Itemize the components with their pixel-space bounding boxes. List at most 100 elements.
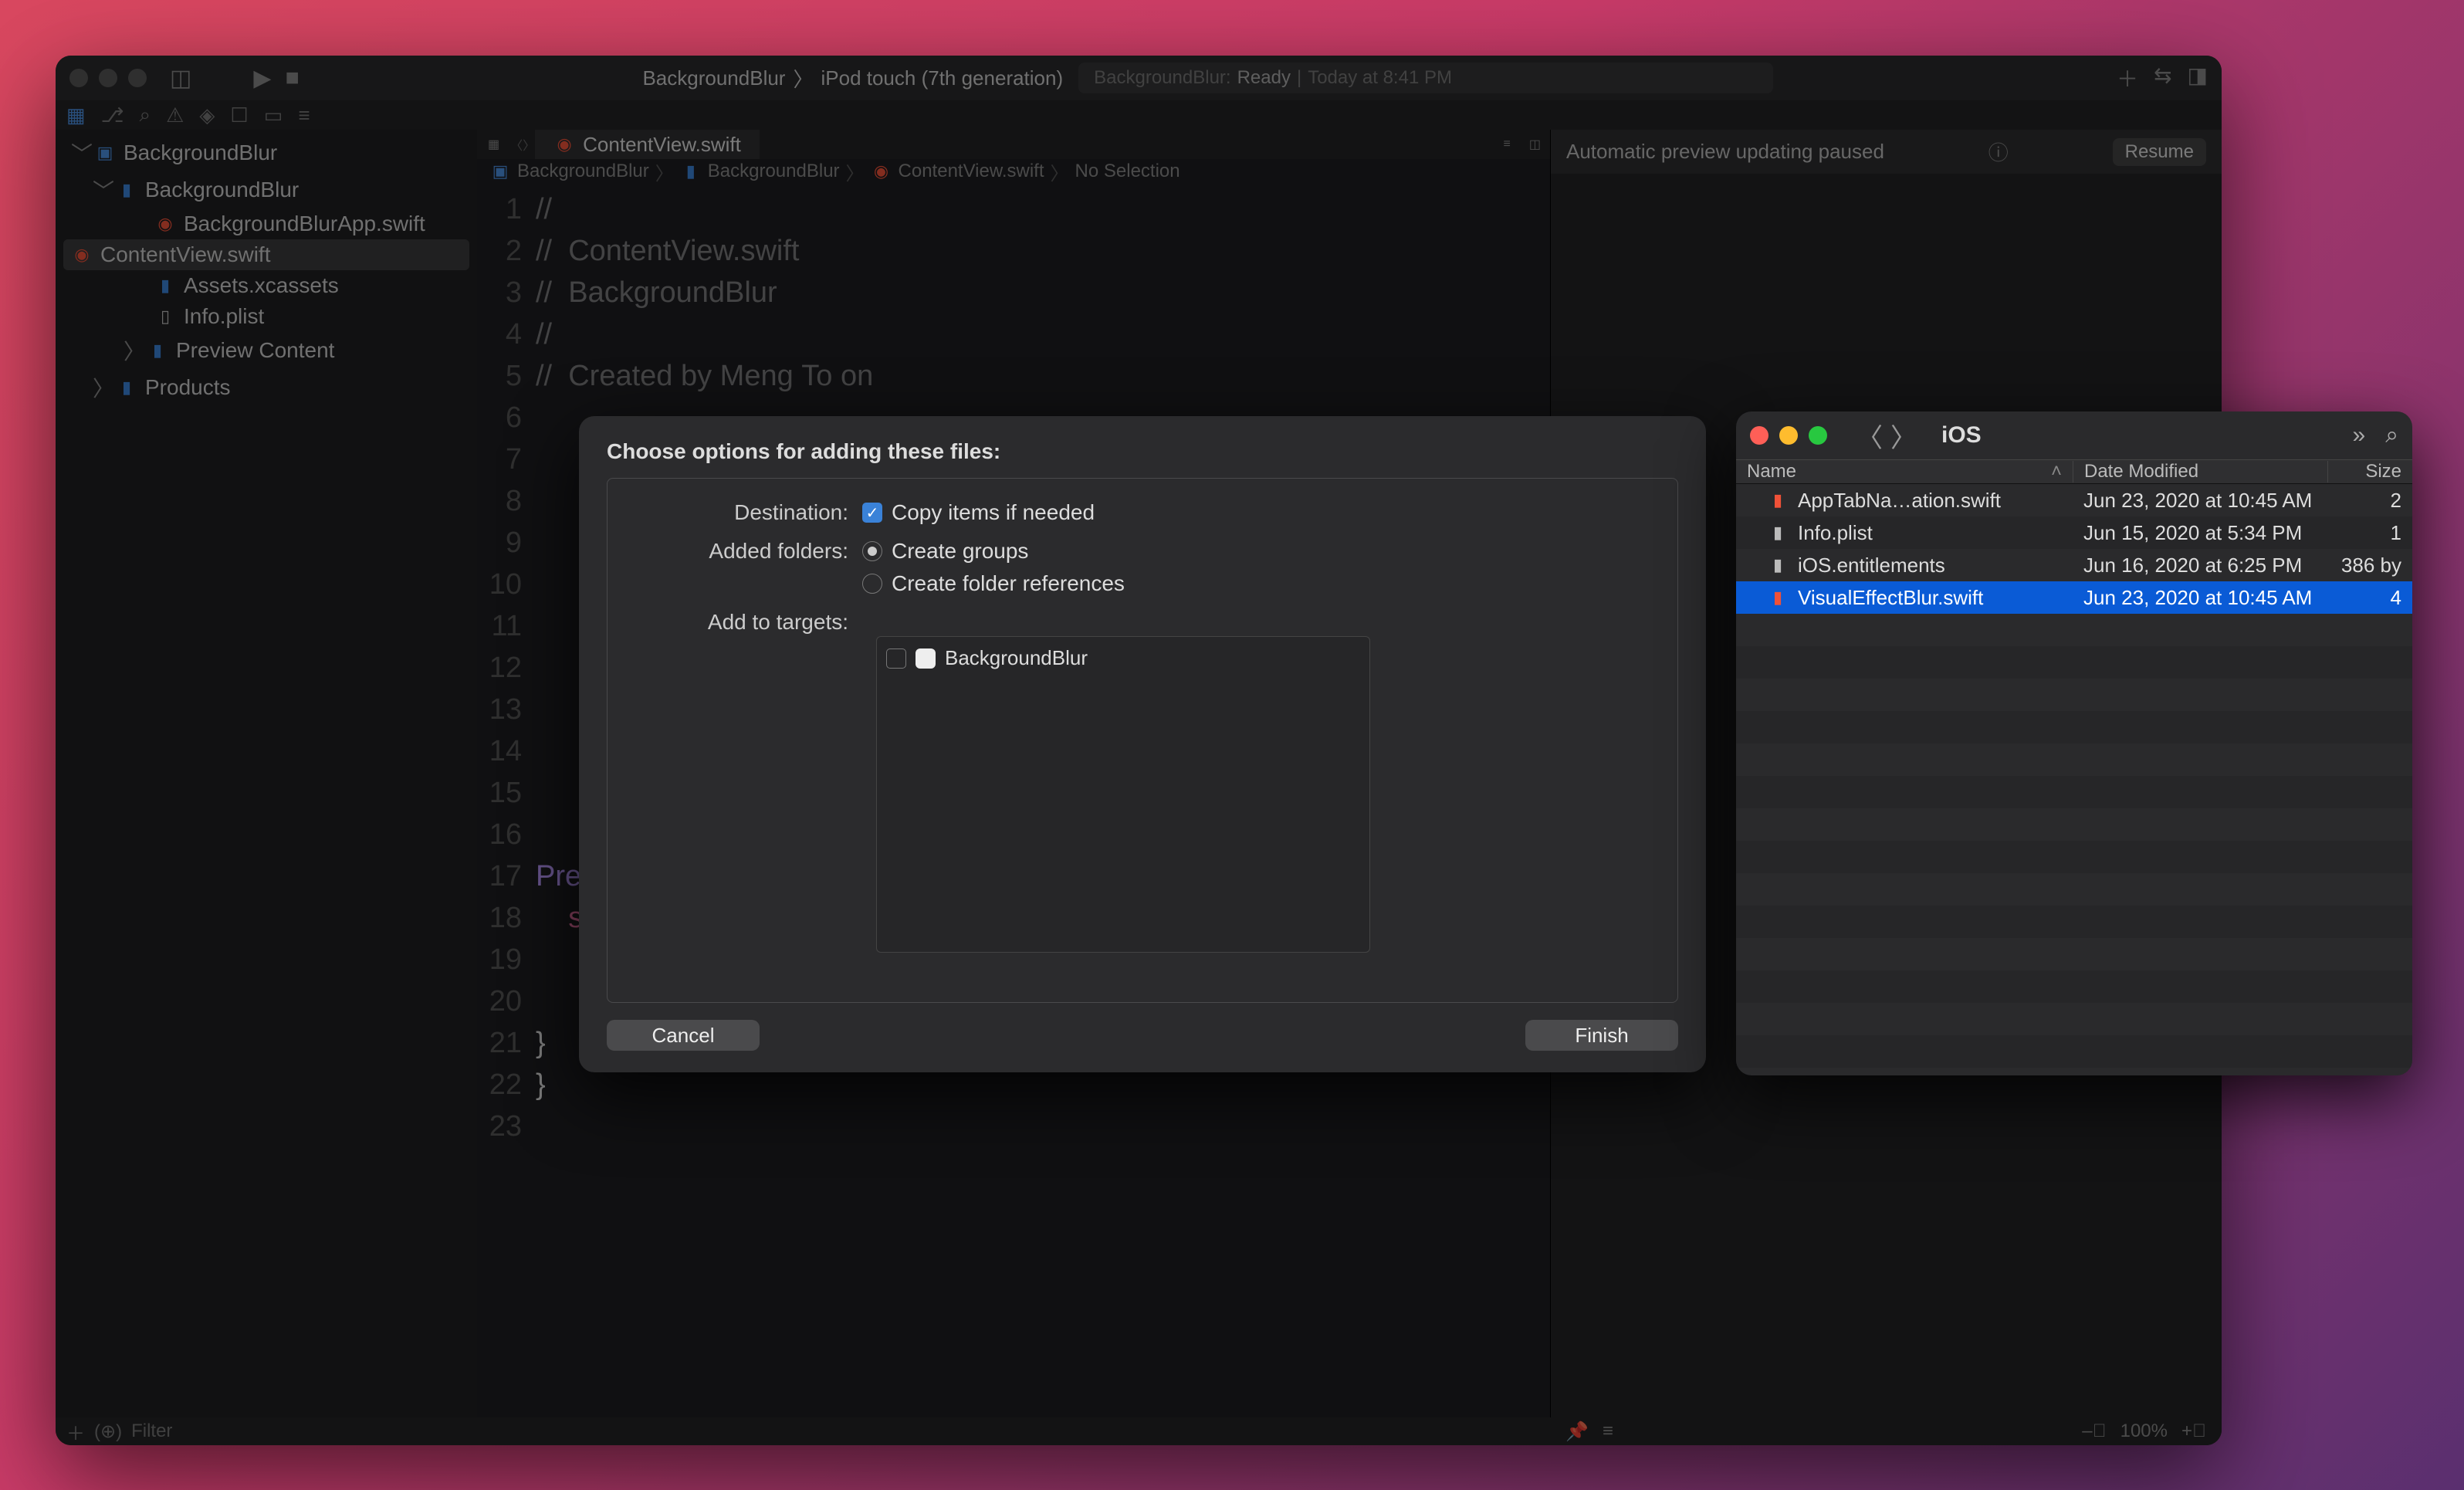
status-state: Ready — [1237, 67, 1291, 89]
finder-row[interactable]: ▮Info.plistJun 15, 2020 at 5:34 PM1 — [1736, 516, 2412, 549]
source-control-icon[interactable]: ⎇ — [101, 103, 124, 127]
sheet-options: Destination: ✓ Copy items if needed Adde… — [607, 478, 1678, 1003]
adjust-editor-icon[interactable]: ◫ — [1520, 137, 1550, 152]
create-groups-radio[interactable]: Create groups — [862, 539, 1125, 564]
checkbox-icon[interactable] — [886, 648, 906, 669]
forward-icon[interactable]: 〉 — [1890, 417, 1917, 455]
chevron-right-icon: 〉 — [1051, 158, 1069, 185]
file-name: VisualEffectBlur.swift — [1798, 586, 1983, 610]
minimize-icon[interactable] — [99, 69, 117, 87]
project-nav-icon[interactable]: ▦ — [66, 103, 86, 127]
targets-list[interactable]: BackgroundBlur — [876, 636, 1370, 953]
filter-scope-icon[interactable]: (⊕) — [94, 1421, 122, 1443]
symbol-nav-icon[interactable]: ⌕ — [140, 103, 151, 127]
finder-blank-row — [1736, 743, 2412, 776]
finder-row[interactable]: ▮VisualEffectBlur.swiftJun 23, 2020 at 1… — [1736, 581, 2412, 614]
finder-blank-row — [1736, 614, 2412, 646]
radio-selected-icon — [862, 541, 882, 561]
search-icon[interactable]: ⌕ — [2385, 422, 2398, 449]
finder-blank-row — [1736, 873, 2412, 906]
find-nav-icon[interactable]: ⚠ — [166, 103, 184, 127]
cancel-button[interactable]: Cancel — [607, 1020, 760, 1051]
scheme-project: BackgroundBlur — [642, 66, 785, 90]
scheme-selector[interactable]: BackgroundBlur 〉 iPod touch (7th generat… — [642, 64, 1063, 93]
minimize-icon[interactable] — [1779, 426, 1798, 445]
tree-file[interactable]: ▯ Info.plist — [56, 301, 477, 332]
stop-icon[interactable]: ■ — [285, 65, 299, 91]
column-size[interactable]: Size — [2327, 461, 2412, 483]
activity-view: BackgroundBlur: Ready | Today at 8:41 PM — [1078, 63, 1773, 93]
finder-blank-row — [1736, 646, 2412, 679]
create-refs-radio[interactable]: Create folder references — [862, 571, 1125, 596]
add-icon[interactable]: ＋ — [66, 1418, 85, 1445]
related-items-icon[interactable]: ▦ — [477, 137, 510, 152]
tree-products[interactable]: 〉 ▮ Products — [56, 369, 477, 406]
tree-file[interactable]: ◉ BackgroundBlurApp.swift — [56, 208, 477, 239]
chevron-right-icon[interactable]: 〉 — [124, 335, 139, 366]
more-icon[interactable]: » — [2353, 422, 2366, 449]
chevron-down-icon[interactable]: ﹀ — [71, 137, 86, 168]
crumb-2: ContentView.swift — [899, 161, 1044, 182]
issue-nav-icon[interactable]: ◈ — [199, 103, 215, 127]
chevron-down-icon[interactable]: ﹀ — [93, 174, 108, 205]
swift-file-icon: ◉ — [553, 134, 575, 155]
finder-blank-row — [1736, 1035, 2412, 1068]
plus-icon[interactable]: ＋ — [2117, 63, 2138, 93]
file-name: AppTabNa…ation.swift — [1798, 489, 2001, 513]
crumb-3: No Selection — [1075, 161, 1180, 182]
tree-root[interactable]: ﹀ ▣ BackgroundBlur — [56, 134, 477, 171]
file-size: 2 — [2327, 489, 2412, 513]
zoom-icon[interactable] — [128, 69, 147, 87]
project-navigator: ﹀ ▣ BackgroundBlur ﹀ ▮ BackgroundBlur ◉ … — [56, 130, 477, 1417]
close-icon[interactable] — [1750, 426, 1768, 445]
pin-icon[interactable]: 📌 — [1565, 1421, 1589, 1443]
chevron-right-icon: 〉 — [793, 64, 813, 93]
column-date[interactable]: Date Modified — [2073, 461, 2327, 483]
right-panel-icon[interactable]: ◨ — [2188, 63, 2208, 93]
file-date: Jun 23, 2020 at 10:45 AM — [2073, 586, 2327, 610]
tree-group[interactable]: ﹀ ▮ BackgroundBlur — [56, 171, 477, 208]
sidebar-toggle-icon[interactable]: ◫ — [170, 65, 191, 92]
info-icon[interactable]: ⓘ — [1988, 137, 2009, 166]
finish-button[interactable]: Finish — [1525, 1020, 1678, 1051]
library-icon[interactable]: ⇆ — [2154, 63, 2171, 93]
tree-file-selected[interactable]: ◉ ContentView.swift — [63, 239, 469, 270]
back-icon[interactable]: 〈 — [510, 135, 523, 154]
test-nav-icon[interactable]: ☐ — [230, 103, 248, 127]
tree-products-label: Products — [145, 375, 231, 400]
editor-options-icon[interactable]: ≡ — [1494, 137, 1520, 151]
zoom-icon[interactable] — [1809, 426, 1827, 445]
column-size-label: Size — [2365, 461, 2401, 482]
tree-file-label: BackgroundBlurApp.swift — [184, 212, 425, 236]
folder-icon: ▮ — [680, 161, 702, 182]
column-date-label: Date Modified — [2084, 461, 2198, 482]
target-row[interactable]: BackgroundBlur — [886, 646, 1360, 670]
tree-folder[interactable]: 〉 ▮ Preview Content — [56, 332, 477, 369]
forward-icon[interactable]: 〉 — [523, 135, 535, 154]
finder-row[interactable]: ▮iOS.entitlementsJun 16, 2020 at 6:25 PM… — [1736, 549, 2412, 581]
column-name[interactable]: Name ˄ — [1736, 461, 2073, 483]
editor-tab[interactable]: ◉ ContentView.swift — [535, 130, 760, 159]
preview-footer: 📌 ≡ –⃝ 100% +⃝ — [1550, 1417, 2222, 1445]
run-icon[interactable]: ▶ — [253, 65, 271, 92]
zoom-out-icon[interactable]: –⃝ — [2082, 1421, 2106, 1442]
back-icon[interactable]: 〈 — [1856, 417, 1883, 455]
filter-input[interactable] — [131, 1421, 363, 1442]
close-icon[interactable] — [69, 69, 88, 87]
breakpoint-nav-icon[interactable]: ≡ — [298, 103, 310, 127]
finder-row[interactable]: ▮AppTabNa…ation.swiftJun 23, 2020 at 10:… — [1736, 484, 2412, 516]
copy-items-checkbox[interactable]: ✓ Copy items if needed — [862, 500, 1095, 525]
tree-file[interactable]: ▮ Assets.xcassets — [56, 270, 477, 301]
jump-bar[interactable]: ▣ BackgroundBlur 〉 ▮ BackgroundBlur 〉 ◉ … — [477, 159, 1550, 184]
titlebar: ◫ ▶ ■ BackgroundBlur 〉 iPod touch (7th g… — [56, 56, 2222, 100]
tree-file-label: ContentView.swift — [100, 242, 271, 267]
zoom-in-icon[interactable]: +⃝ — [2181, 1421, 2206, 1442]
resume-button[interactable]: Resume — [2113, 138, 2206, 166]
chevron-right-icon[interactable]: 〉 — [93, 372, 108, 403]
create-refs-label: Create folder references — [892, 571, 1125, 596]
debug-nav-icon[interactable]: ▭ — [264, 103, 283, 127]
column-name-label: Name — [1747, 461, 1796, 483]
settings-icon[interactable]: ≡ — [1603, 1421, 1613, 1442]
file-date: Jun 16, 2020 at 6:25 PM — [2073, 554, 2327, 577]
app-icon — [916, 648, 936, 669]
